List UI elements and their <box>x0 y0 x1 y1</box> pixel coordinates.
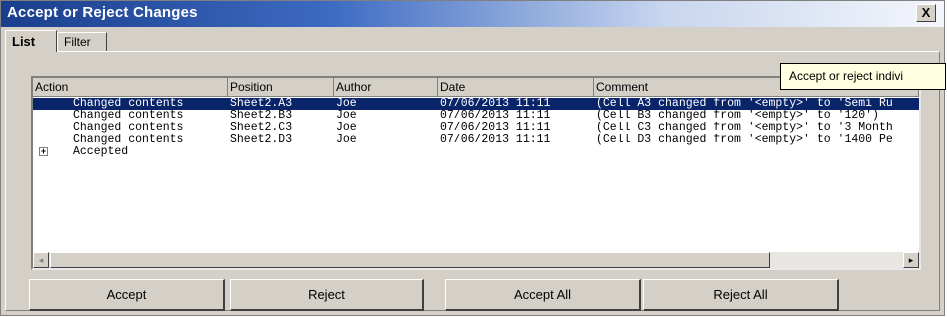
row-position: Sheet2.B3 <box>230 110 293 122</box>
changes-list[interactable]: Action Position Author Date Comment Chan… <box>31 76 921 270</box>
row-position: Sheet2.D3 <box>230 134 293 146</box>
column-header-action[interactable]: Action <box>33 78 228 97</box>
reject-button[interactable]: Reject <box>230 279 424 311</box>
row-author: Joe <box>336 134 357 146</box>
column-header-date[interactable]: Date <box>438 78 594 97</box>
horizontal-scrollbar[interactable]: ◂ ▸ <box>33 252 919 268</box>
table-row[interactable]: Changed contents Sheet2.C3 Joe 07/06/201… <box>33 122 919 134</box>
row-comment: (Cell D3 changed from '<empty>' to '1400… <box>596 134 893 146</box>
row-position: Sheet2.C3 <box>230 122 293 134</box>
button-row: Accept Reject Accept All Reject All <box>1 279 946 313</box>
row-comment: (Cell C3 changed from '<empty>' to '3 Mo… <box>596 122 893 134</box>
accept-all-button[interactable]: Accept All <box>445 279 641 311</box>
row-date: 07/06/2013 11:11 <box>440 134 551 146</box>
row-author: Joe <box>336 122 357 134</box>
row-date: 07/06/2013 11:11 <box>440 98 551 110</box>
expand-icon[interactable]: + <box>39 147 48 156</box>
group-label: Accepted <box>73 146 129 158</box>
reject-all-button[interactable]: Reject All <box>643 279 839 311</box>
close-button[interactable]: X <box>916 4 936 22</box>
column-header-author[interactable]: Author <box>334 78 438 97</box>
accept-reject-dialog: Accept or Reject Changes X List Filter A… <box>0 0 946 316</box>
group-row-accepted[interactable]: + Accepted <box>33 146 919 158</box>
dialog-title: Accept or Reject Changes <box>7 4 198 21</box>
tab-filter[interactable]: Filter <box>57 32 107 52</box>
scroll-left-button[interactable]: ◂ <box>33 252 49 268</box>
row-author: Joe <box>336 98 357 110</box>
table-row[interactable]: Changed contents Sheet2.A3 Joe 07/06/201… <box>33 98 919 110</box>
row-comment: (Cell B3 changed from '<empty>' to '120'… <box>596 110 879 122</box>
close-icon: X <box>921 5 931 20</box>
row-author: Joe <box>336 110 357 122</box>
tab-list[interactable]: List <box>5 30 57 52</box>
row-date: 07/06/2013 11:11 <box>440 110 551 122</box>
row-position: Sheet2.A3 <box>230 98 293 110</box>
table-row[interactable]: Changed contents Sheet2.D3 Joe 07/06/201… <box>33 134 919 146</box>
title-bar: Accept or Reject Changes X <box>1 1 944 27</box>
scroll-thumb[interactable] <box>50 252 770 268</box>
row-comment: (Cell A3 changed from '<empty>' to 'Semi… <box>596 98 893 110</box>
table-row[interactable]: Changed contents Sheet2.B3 Joe 07/06/201… <box>33 110 919 122</box>
row-action: Changed contents <box>73 122 184 134</box>
row-action: Changed contents <box>73 134 184 146</box>
row-action: Changed contents <box>73 110 184 122</box>
accept-button[interactable]: Accept <box>29 279 225 311</box>
arrow-left-icon: ◂ <box>38 255 44 265</box>
row-action: Changed contents <box>73 98 184 110</box>
arrow-right-icon: ▸ <box>908 255 914 265</box>
scroll-right-button[interactable]: ▸ <box>903 252 919 268</box>
column-header-position[interactable]: Position <box>228 78 334 97</box>
tooltip: Accept or reject indivi <box>780 63 946 90</box>
row-date: 07/06/2013 11:11 <box>440 122 551 134</box>
